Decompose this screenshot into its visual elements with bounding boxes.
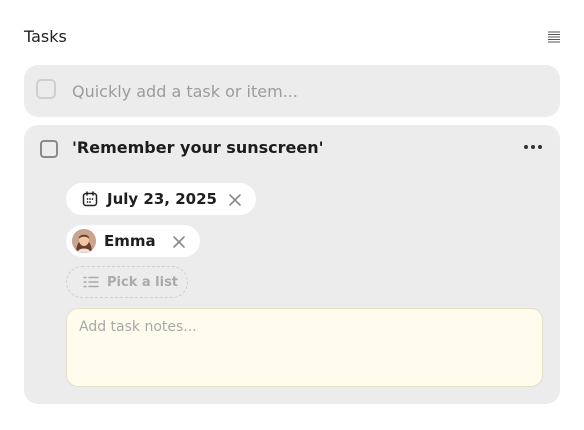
close-icon[interactable] (228, 192, 242, 206)
quick-add-bar (24, 65, 560, 117)
pick-list-label: Pick a list (107, 274, 179, 290)
quick-add-input[interactable] (72, 77, 532, 105)
due-date-chip[interactable]: July 23, 2025 (66, 183, 256, 215)
task-notes-input[interactable] (79, 319, 529, 374)
task-title[interactable]: 'Remember your sunscreen' (72, 138, 324, 157)
due-date-label: July 23, 2025 (107, 190, 217, 208)
avatar (72, 229, 96, 253)
task-card: 'Remember your sunscreen' July 23, 2025 (24, 125, 560, 404)
task-complete-checkbox[interactable] (40, 140, 58, 158)
assignee-label: Emma (104, 232, 156, 250)
checkbox-empty-icon[interactable] (36, 79, 56, 99)
more-horizontal-icon[interactable] (524, 144, 542, 150)
calendar-icon (82, 191, 98, 207)
list-lines-icon[interactable] (548, 31, 560, 44)
assignee-chip[interactable]: Emma (66, 225, 200, 257)
close-icon[interactable] (172, 234, 186, 248)
page-title: Tasks (24, 27, 67, 46)
task-notes-box (66, 308, 543, 387)
tasks-header: Tasks (24, 27, 560, 49)
pick-list-chip[interactable]: Pick a list (66, 266, 188, 298)
list-icon (83, 274, 99, 290)
